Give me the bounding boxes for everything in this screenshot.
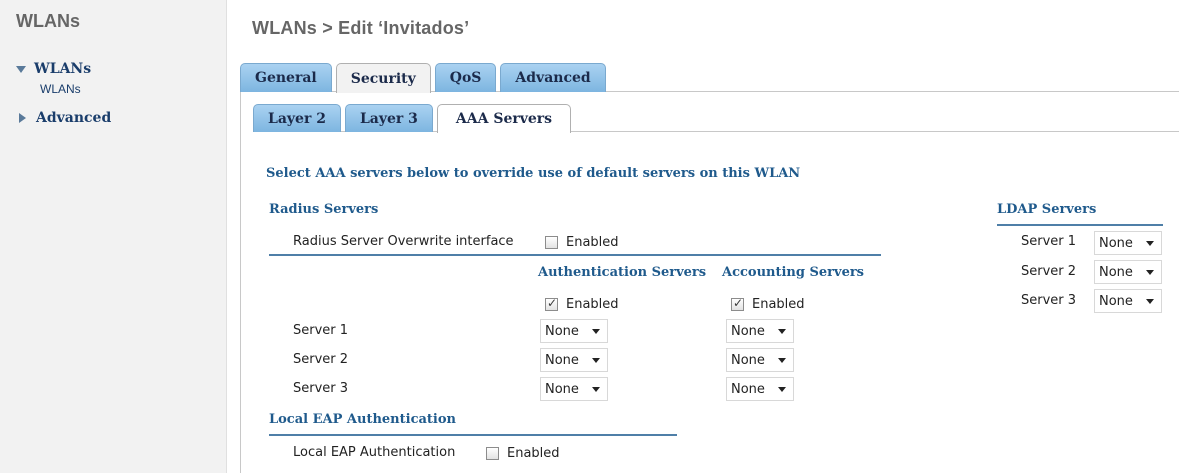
select-value: None bbox=[545, 352, 579, 368]
local-eap-label: Local EAP Authentication bbox=[293, 445, 456, 460]
ldap-server-1-label: Server 1 bbox=[1021, 234, 1077, 249]
radius-server-3-label: Server 3 bbox=[293, 381, 349, 396]
acct-server-3-select[interactable]: None bbox=[726, 377, 794, 401]
select-value: None bbox=[731, 352, 765, 368]
select-value: None bbox=[545, 381, 579, 397]
auth-server-2-select[interactable]: None bbox=[540, 348, 608, 372]
checkbox-box[interactable] bbox=[731, 296, 744, 311]
radius-divider bbox=[269, 254, 881, 256]
checkbox-label: Enabled bbox=[566, 297, 619, 312]
collapse-arrow-icon bbox=[19, 113, 26, 123]
checkbox-box[interactable] bbox=[486, 447, 499, 460]
ldap-server-2-label: Server 2 bbox=[1021, 264, 1077, 279]
dropdown-arrow-icon bbox=[1146, 241, 1154, 246]
tab-aaa-servers[interactable]: AAA Servers bbox=[436, 104, 572, 133]
radius-server-2-label: Server 2 bbox=[293, 352, 349, 367]
page-title: WLANs > Edit ‘Invitados’ bbox=[252, 18, 470, 38]
sidebar-item-label: Advanced bbox=[36, 110, 112, 126]
radius-server-1-label: Server 1 bbox=[293, 323, 349, 338]
radius-overwrite-label: Radius Server Overwrite interface bbox=[293, 234, 514, 249]
checkbox-label: Enabled bbox=[752, 297, 805, 312]
radius-servers-heading: Radius Servers bbox=[269, 202, 379, 217]
sidebar-item-label: WLANs bbox=[34, 61, 92, 77]
accounting-servers-heading: Accounting Servers bbox=[722, 265, 865, 280]
acct-server-1-select[interactable]: None bbox=[726, 319, 794, 343]
dropdown-arrow-icon bbox=[1146, 299, 1154, 304]
auth-server-1-select[interactable]: None bbox=[540, 319, 608, 343]
tab-qos[interactable]: QoS bbox=[434, 63, 497, 92]
ldap-servers-heading: LDAP Servers bbox=[997, 202, 1097, 217]
acct-enabled-checkbox[interactable]: Enabled bbox=[731, 296, 805, 312]
dropdown-arrow-icon bbox=[1146, 270, 1154, 275]
tab-layer-2[interactable]: Layer 2 bbox=[253, 104, 341, 132]
select-value: None bbox=[545, 323, 579, 339]
main-tabs: General Security QoS Advanced bbox=[240, 63, 606, 93]
acct-server-2-select[interactable]: None bbox=[726, 348, 794, 372]
checkbox-box[interactable] bbox=[545, 296, 558, 311]
dropdown-arrow-icon bbox=[592, 329, 600, 334]
ldap-server-1-select[interactable]: None bbox=[1094, 231, 1162, 255]
expand-arrow-icon bbox=[16, 65, 26, 73]
select-value: None bbox=[1099, 235, 1133, 251]
security-subtabs: Layer 2 Layer 3 AAA Servers bbox=[253, 104, 572, 133]
tab-security[interactable]: Security bbox=[335, 63, 431, 93]
checkbox-box[interactable] bbox=[545, 236, 558, 249]
dropdown-arrow-icon bbox=[778, 358, 786, 363]
local-eap-checkbox[interactable]: Enabled bbox=[486, 446, 560, 461]
ldap-divider bbox=[997, 224, 1163, 226]
sidebar-item-advanced[interactable]: Advanced bbox=[16, 110, 111, 126]
sidebar-subitem-wlans[interactable]: WLANs bbox=[40, 82, 81, 96]
sidebar-item-wlans[interactable]: WLANs bbox=[16, 61, 91, 77]
local-eap-heading: Local EAP Authentication bbox=[269, 412, 456, 427]
tab-advanced[interactable]: Advanced bbox=[500, 63, 606, 92]
select-value: None bbox=[731, 381, 765, 397]
dropdown-arrow-icon bbox=[778, 387, 786, 392]
dropdown-arrow-icon bbox=[592, 387, 600, 392]
auth-server-3-select[interactable]: None bbox=[540, 377, 608, 401]
tab-general[interactable]: General bbox=[240, 63, 332, 92]
checkbox-label: Enabled bbox=[566, 235, 619, 250]
ldap-server-2-select[interactable]: None bbox=[1094, 260, 1162, 284]
ldap-server-3-select[interactable]: None bbox=[1094, 289, 1162, 313]
select-value: None bbox=[731, 323, 765, 339]
local-eap-divider bbox=[269, 434, 677, 436]
authentication-servers-heading: Authentication Servers bbox=[538, 265, 707, 280]
sidebar-title: WLANs bbox=[16, 11, 80, 31]
dropdown-arrow-icon bbox=[778, 329, 786, 334]
checkbox-label: Enabled bbox=[507, 446, 560, 461]
select-value: None bbox=[1099, 264, 1133, 280]
tab-layer-3[interactable]: Layer 3 bbox=[344, 104, 433, 132]
auth-enabled-checkbox[interactable]: Enabled bbox=[545, 296, 619, 312]
ldap-server-3-label: Server 3 bbox=[1021, 293, 1077, 308]
select-value: None bbox=[1099, 293, 1133, 309]
dropdown-arrow-icon bbox=[592, 358, 600, 363]
intro-text: Select AAA servers below to override use… bbox=[266, 166, 801, 181]
radius-overwrite-checkbox[interactable]: Enabled bbox=[545, 235, 619, 250]
sidebar: WLANs WLANs WLANs Advanced bbox=[0, 0, 227, 473]
